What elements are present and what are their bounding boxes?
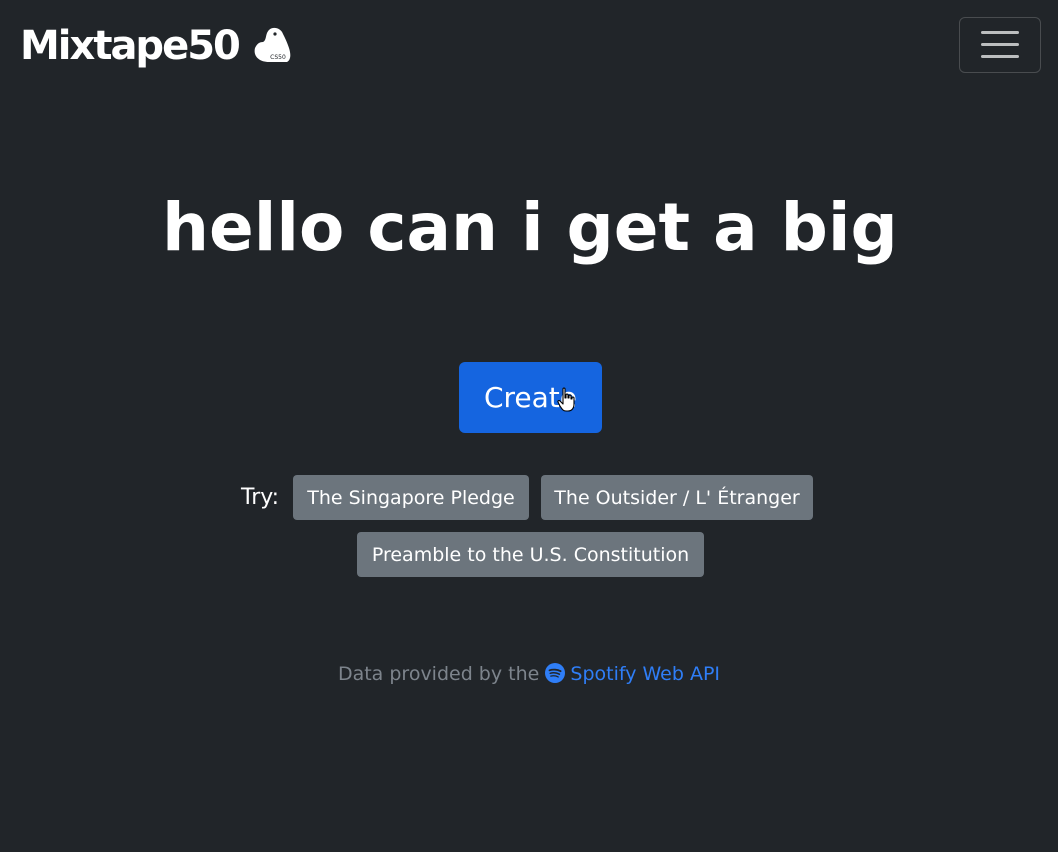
create-button[interactable]: Create — [459, 362, 602, 433]
suggestion-singapore-pledge-button[interactable]: The Singapore Pledge — [293, 475, 529, 520]
headline-container: hello can i get a big m — [162, 180, 902, 280]
duck-logo-icon: CS50 — [254, 27, 291, 62]
spotify-icon — [545, 663, 566, 683]
footer: Data provided by the Spotify Web API — [0, 660, 1058, 688]
suggestion-the-outsider-button[interactable]: The Outsider / L' Étranger — [541, 475, 813, 520]
headline-input-text[interactable]: hello can i get a big m — [162, 180, 902, 276]
spotify-api-link-label: Spotify Web API — [570, 663, 721, 685]
suggestion-us-constitution-button[interactable]: Preamble to the U.S. Constitution — [357, 532, 704, 577]
brand-link[interactable]: Mixtape50 CS50 — [20, 18, 293, 74]
brand-text: Mixtape50 — [20, 23, 241, 69]
navbar-toggler-button[interactable] — [959, 17, 1041, 73]
hamburger-menu-icon — [981, 30, 1019, 60]
svg-text:CS50: CS50 — [270, 54, 286, 61]
footer-text: Data provided by the — [337, 663, 540, 685]
spotify-api-link[interactable]: Spotify Web API — [545, 663, 720, 685]
navbar: Mixtape50 CS50 — [0, 0, 1058, 92]
try-label: Try: — [241, 485, 280, 510]
